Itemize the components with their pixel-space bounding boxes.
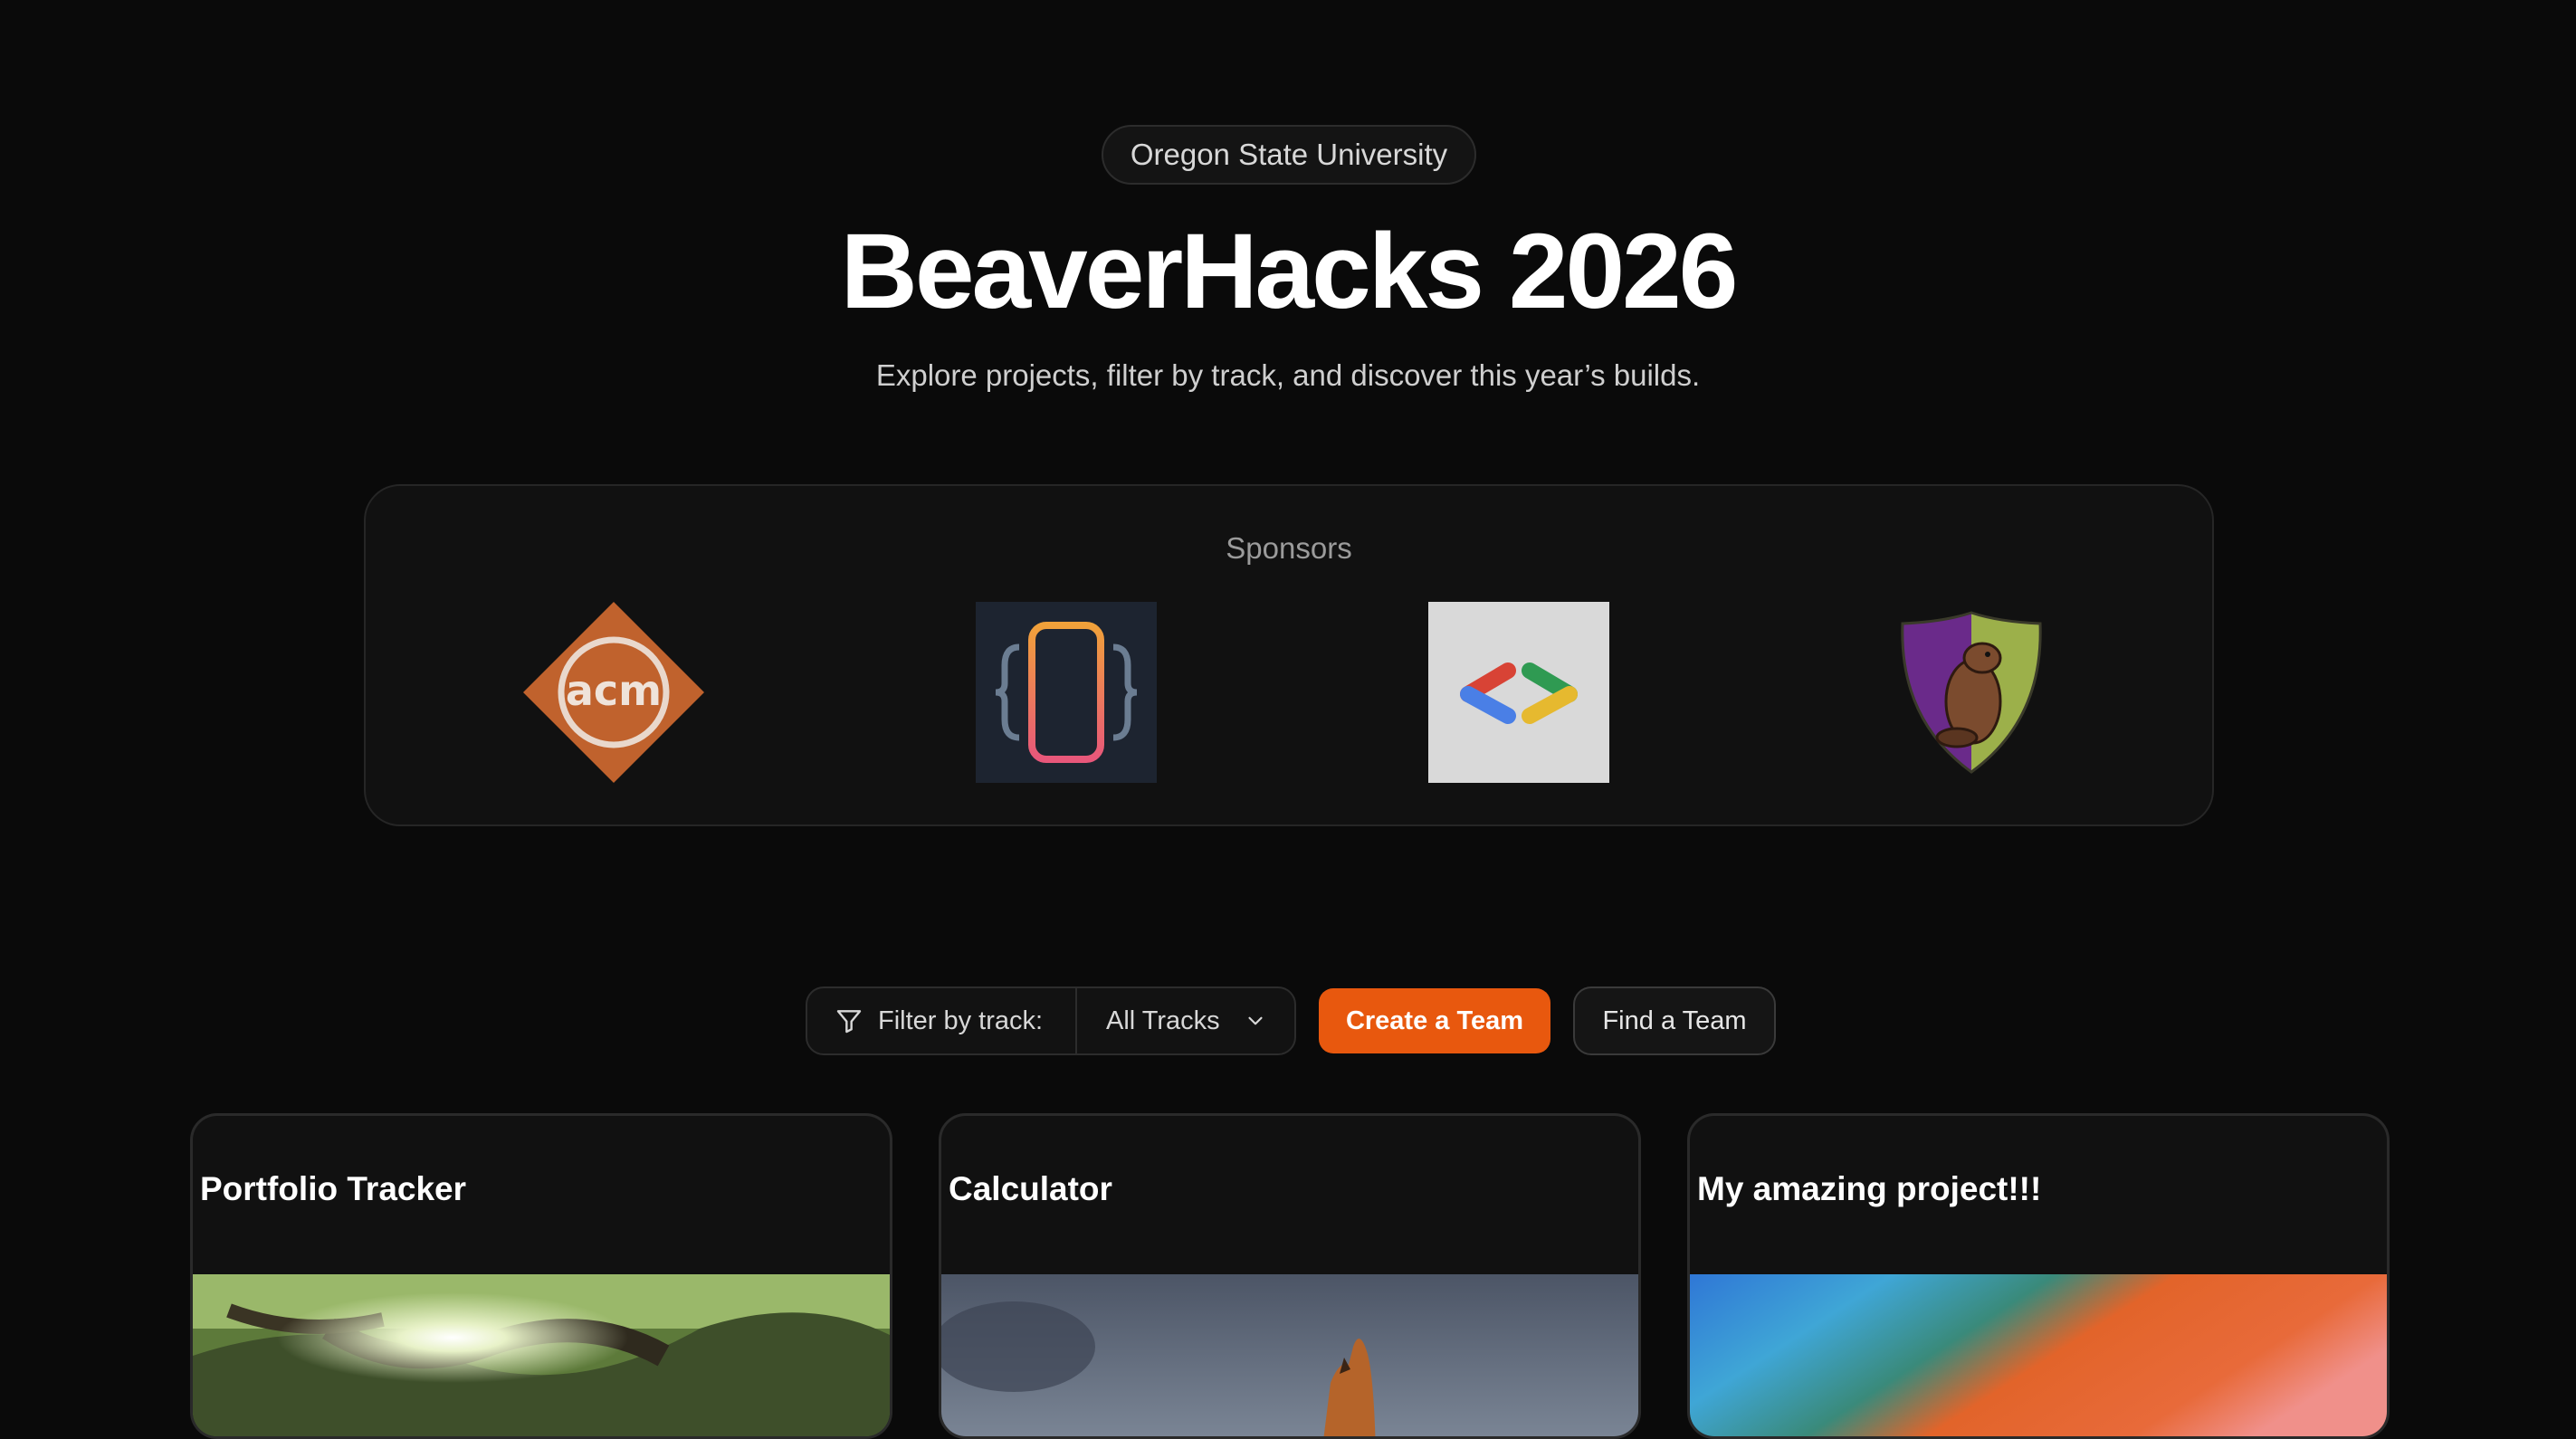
filter-label-group: Filter by track:	[807, 988, 1077, 1053]
project-image	[941, 1274, 1638, 1436]
project-image	[193, 1274, 890, 1436]
sponsors-heading: Sponsors	[1226, 531, 1352, 565]
page-title: BeaverHacks 2026	[840, 212, 1739, 331]
filter-label: Filter by track:	[878, 1005, 1044, 1035]
create-team-button[interactable]: Create a Team	[1319, 988, 1550, 1053]
chevron-down-icon	[1244, 1009, 1267, 1033]
project-title: Calculator	[949, 1170, 1112, 1207]
project-card[interactable]: Calculator	[939, 1113, 1641, 1439]
acm-logo[interactable]: acm	[523, 602, 704, 783]
beaver-shield-logo[interactable]	[1881, 602, 2062, 783]
project-card[interactable]: Portfolio Tracker	[190, 1113, 892, 1439]
sponsors-panel: Sponsors acm	[364, 484, 2214, 826]
project-title: Portfolio Tracker	[200, 1170, 467, 1207]
university-badge: Oregon State University	[1102, 125, 1476, 185]
project-title: My amazing project!!!	[1697, 1170, 2042, 1207]
project-image	[1690, 1274, 2387, 1436]
track-select[interactable]: All Tracks	[1077, 988, 1294, 1053]
svg-text:acm: acm	[566, 666, 662, 715]
find-team-button[interactable]: Find a Team	[1573, 986, 1776, 1055]
page-subtitle: Explore projects, filter by track, and d…	[875, 358, 1701, 392]
track-filter[interactable]: Filter by track: All Tracks	[806, 986, 1296, 1055]
code-brackets-logo[interactable]	[976, 602, 1157, 783]
project-card[interactable]: My amazing project!!!	[1687, 1113, 2390, 1439]
track-select-value: All Tracks	[1106, 1005, 1220, 1035]
google-developers-logo[interactable]	[1428, 602, 1609, 783]
filter-icon	[835, 1006, 863, 1035]
